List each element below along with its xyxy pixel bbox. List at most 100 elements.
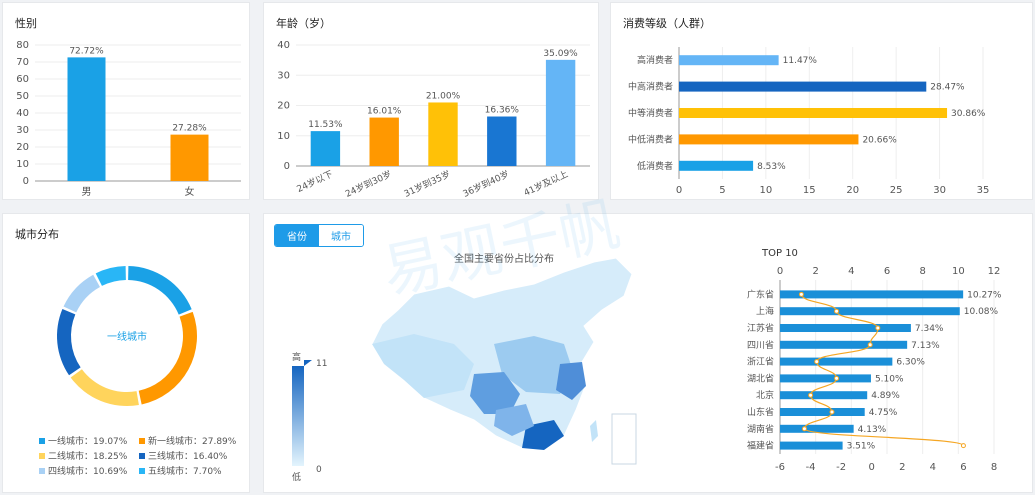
donut-slice[interactable] [56, 309, 81, 376]
x-bottom-tick-label: 2 [899, 462, 905, 473]
map-card: 省份 城市 全国主要省份占比分布 高 低 11 0 TOP 10 0 2 4 6 8 10 1… [263, 213, 1033, 493]
data-label: 27.28% [172, 124, 207, 134]
y-tick-label: 湖南省 [747, 423, 774, 435]
city-card: 城市分布 一线城市 一线城市：19.07% 新一线城市：27.89% 二线城市：18.… [2, 213, 250, 493]
bar[interactable] [780, 324, 911, 332]
bar[interactable] [310, 131, 341, 166]
x-bottom-tick-label: -4 [806, 462, 816, 473]
data-label: 16.01% [367, 107, 402, 117]
donut-slice[interactable] [128, 266, 192, 315]
curve-point[interactable] [960, 443, 966, 449]
data-label: 28.47% [930, 83, 965, 93]
y-tick-label: 10 [16, 159, 29, 170]
bar[interactable] [679, 160, 754, 171]
x-tick-label: 5 [719, 185, 725, 196]
bar[interactable] [679, 108, 948, 118]
x-tick-label: 41岁及以上 [522, 168, 570, 199]
x-tick-label: 15 [803, 185, 816, 196]
age-chart: 0 10 20 30 40 11.53% 24岁以下 16.01% 24岁到30岁 21.00% 3… [277, 40, 590, 200]
x-top-tick-label: 4 [848, 266, 854, 277]
curve-point[interactable] [798, 291, 804, 297]
bar[interactable] [369, 117, 399, 166]
legend-swatch [39, 468, 45, 474]
legend-label[interactable]: 新一线城市：27.89% [148, 435, 237, 447]
curve-point[interactable] [808, 392, 814, 398]
y-tick-label: 0 [23, 176, 29, 187]
donut-slice[interactable] [138, 311, 197, 405]
x-top-tick-label: 8 [919, 266, 925, 277]
y-tick-label: 上海 [756, 305, 774, 317]
legend-swatch [139, 468, 145, 474]
bar[interactable] [170, 134, 209, 181]
bar[interactable] [780, 424, 854, 433]
bar[interactable] [780, 374, 871, 383]
x-tick-label: 0 [676, 185, 682, 196]
data-label: 16.36% [485, 106, 520, 116]
y-tick-label: 30 [277, 70, 290, 81]
y-tick-label: 70 [16, 57, 29, 68]
bar[interactable] [679, 55, 779, 66]
data-label: 7.34% [915, 324, 944, 334]
bar[interactable] [780, 340, 908, 349]
city-donut-chart: 一线城市一线城市：19.07% 新一线城市：27.89% 二线城市：18.25% 三线… [39, 266, 237, 477]
y-tick-label: 广东省 [747, 288, 774, 300]
bar[interactable] [545, 59, 576, 166]
bar[interactable] [67, 57, 106, 181]
bar[interactable] [487, 116, 517, 166]
x-top-tick-label: 12 [988, 266, 1001, 277]
y-tick-label: 中高消费者 [628, 81, 673, 93]
bar[interactable] [780, 357, 893, 366]
bar[interactable] [780, 307, 960, 316]
bar[interactable] [780, 441, 843, 450]
data-label: 3.51% [847, 442, 876, 452]
y-tick-label: 四川省 [747, 339, 774, 351]
bar[interactable] [780, 290, 964, 299]
legend-swatch [139, 453, 145, 459]
consumption-chart: 0 5 10 15 20 25 30 35 高消费者 11.47% 中高消费者 28.47% 中等消费者… [628, 47, 989, 196]
bar[interactable] [780, 408, 865, 416]
curve-point[interactable] [829, 409, 835, 415]
bar[interactable] [679, 81, 927, 92]
x-tick-label: 31岁到35岁 [402, 168, 452, 200]
donut-slice[interactable] [63, 274, 100, 313]
data-label: 20.66% [862, 135, 897, 145]
x-bottom-tick-label: 6 [960, 462, 966, 473]
x-tick-label: 36岁到40岁 [461, 168, 511, 200]
x-bottom-tick-label: 8 [991, 462, 997, 473]
donut-slice[interactable] [70, 369, 139, 406]
y-tick-label: 浙江省 [747, 356, 774, 368]
y-tick-label: 高消费者 [637, 54, 673, 66]
data-label: 11.53% [308, 120, 343, 130]
donut-slice[interactable] [95, 266, 126, 286]
data-label: 35.09% [543, 49, 578, 59]
curve-point[interactable] [801, 426, 807, 432]
legend-swatch [139, 438, 145, 444]
bar[interactable] [780, 391, 868, 400]
y-tick-label: 20 [16, 142, 29, 153]
curve-point[interactable] [875, 325, 881, 331]
legend-label[interactable]: 一线城市：19.07% [48, 435, 128, 447]
top10-chart: TOP 10 0 2 4 6 8 10 12 -6 -4 -2 0 2 4 6 8 广东省 10.27% 上海 10.… [747, 248, 1002, 473]
x-top-tick-label: 6 [884, 266, 890, 277]
curve-point[interactable] [834, 375, 840, 381]
y-tick-label: 30 [16, 125, 29, 136]
x-top-tick-label: 2 [812, 266, 818, 277]
curve-line [800, 294, 965, 447]
legend-label[interactable]: 四线城市：10.69% [48, 465, 128, 477]
y-tick-label: 北京 [756, 389, 774, 401]
legend-label[interactable]: 二线城市：18.25% [48, 450, 128, 462]
bar[interactable] [428, 102, 458, 166]
x-bottom-tick-label: 4 [930, 462, 936, 473]
legend-label[interactable]: 五线城市：7.70% [148, 465, 222, 477]
x-top-tick-label: 0 [777, 266, 783, 277]
curve-point[interactable] [834, 308, 840, 314]
bar[interactable] [679, 134, 859, 145]
legend-swatch [39, 453, 45, 459]
y-tick-label: 中等消费者 [628, 107, 673, 119]
curve-point[interactable] [814, 359, 820, 365]
legend-swatch [39, 438, 45, 444]
x-tick-label: 30 [933, 185, 946, 196]
curve-point[interactable] [867, 342, 873, 348]
legend-label[interactable]: 三线城市：16.40% [148, 450, 228, 462]
age-card: 年龄（岁） 0 10 20 30 40 11.53% 24岁以下 16.01% 24岁到30岁 2… [263, 2, 599, 200]
